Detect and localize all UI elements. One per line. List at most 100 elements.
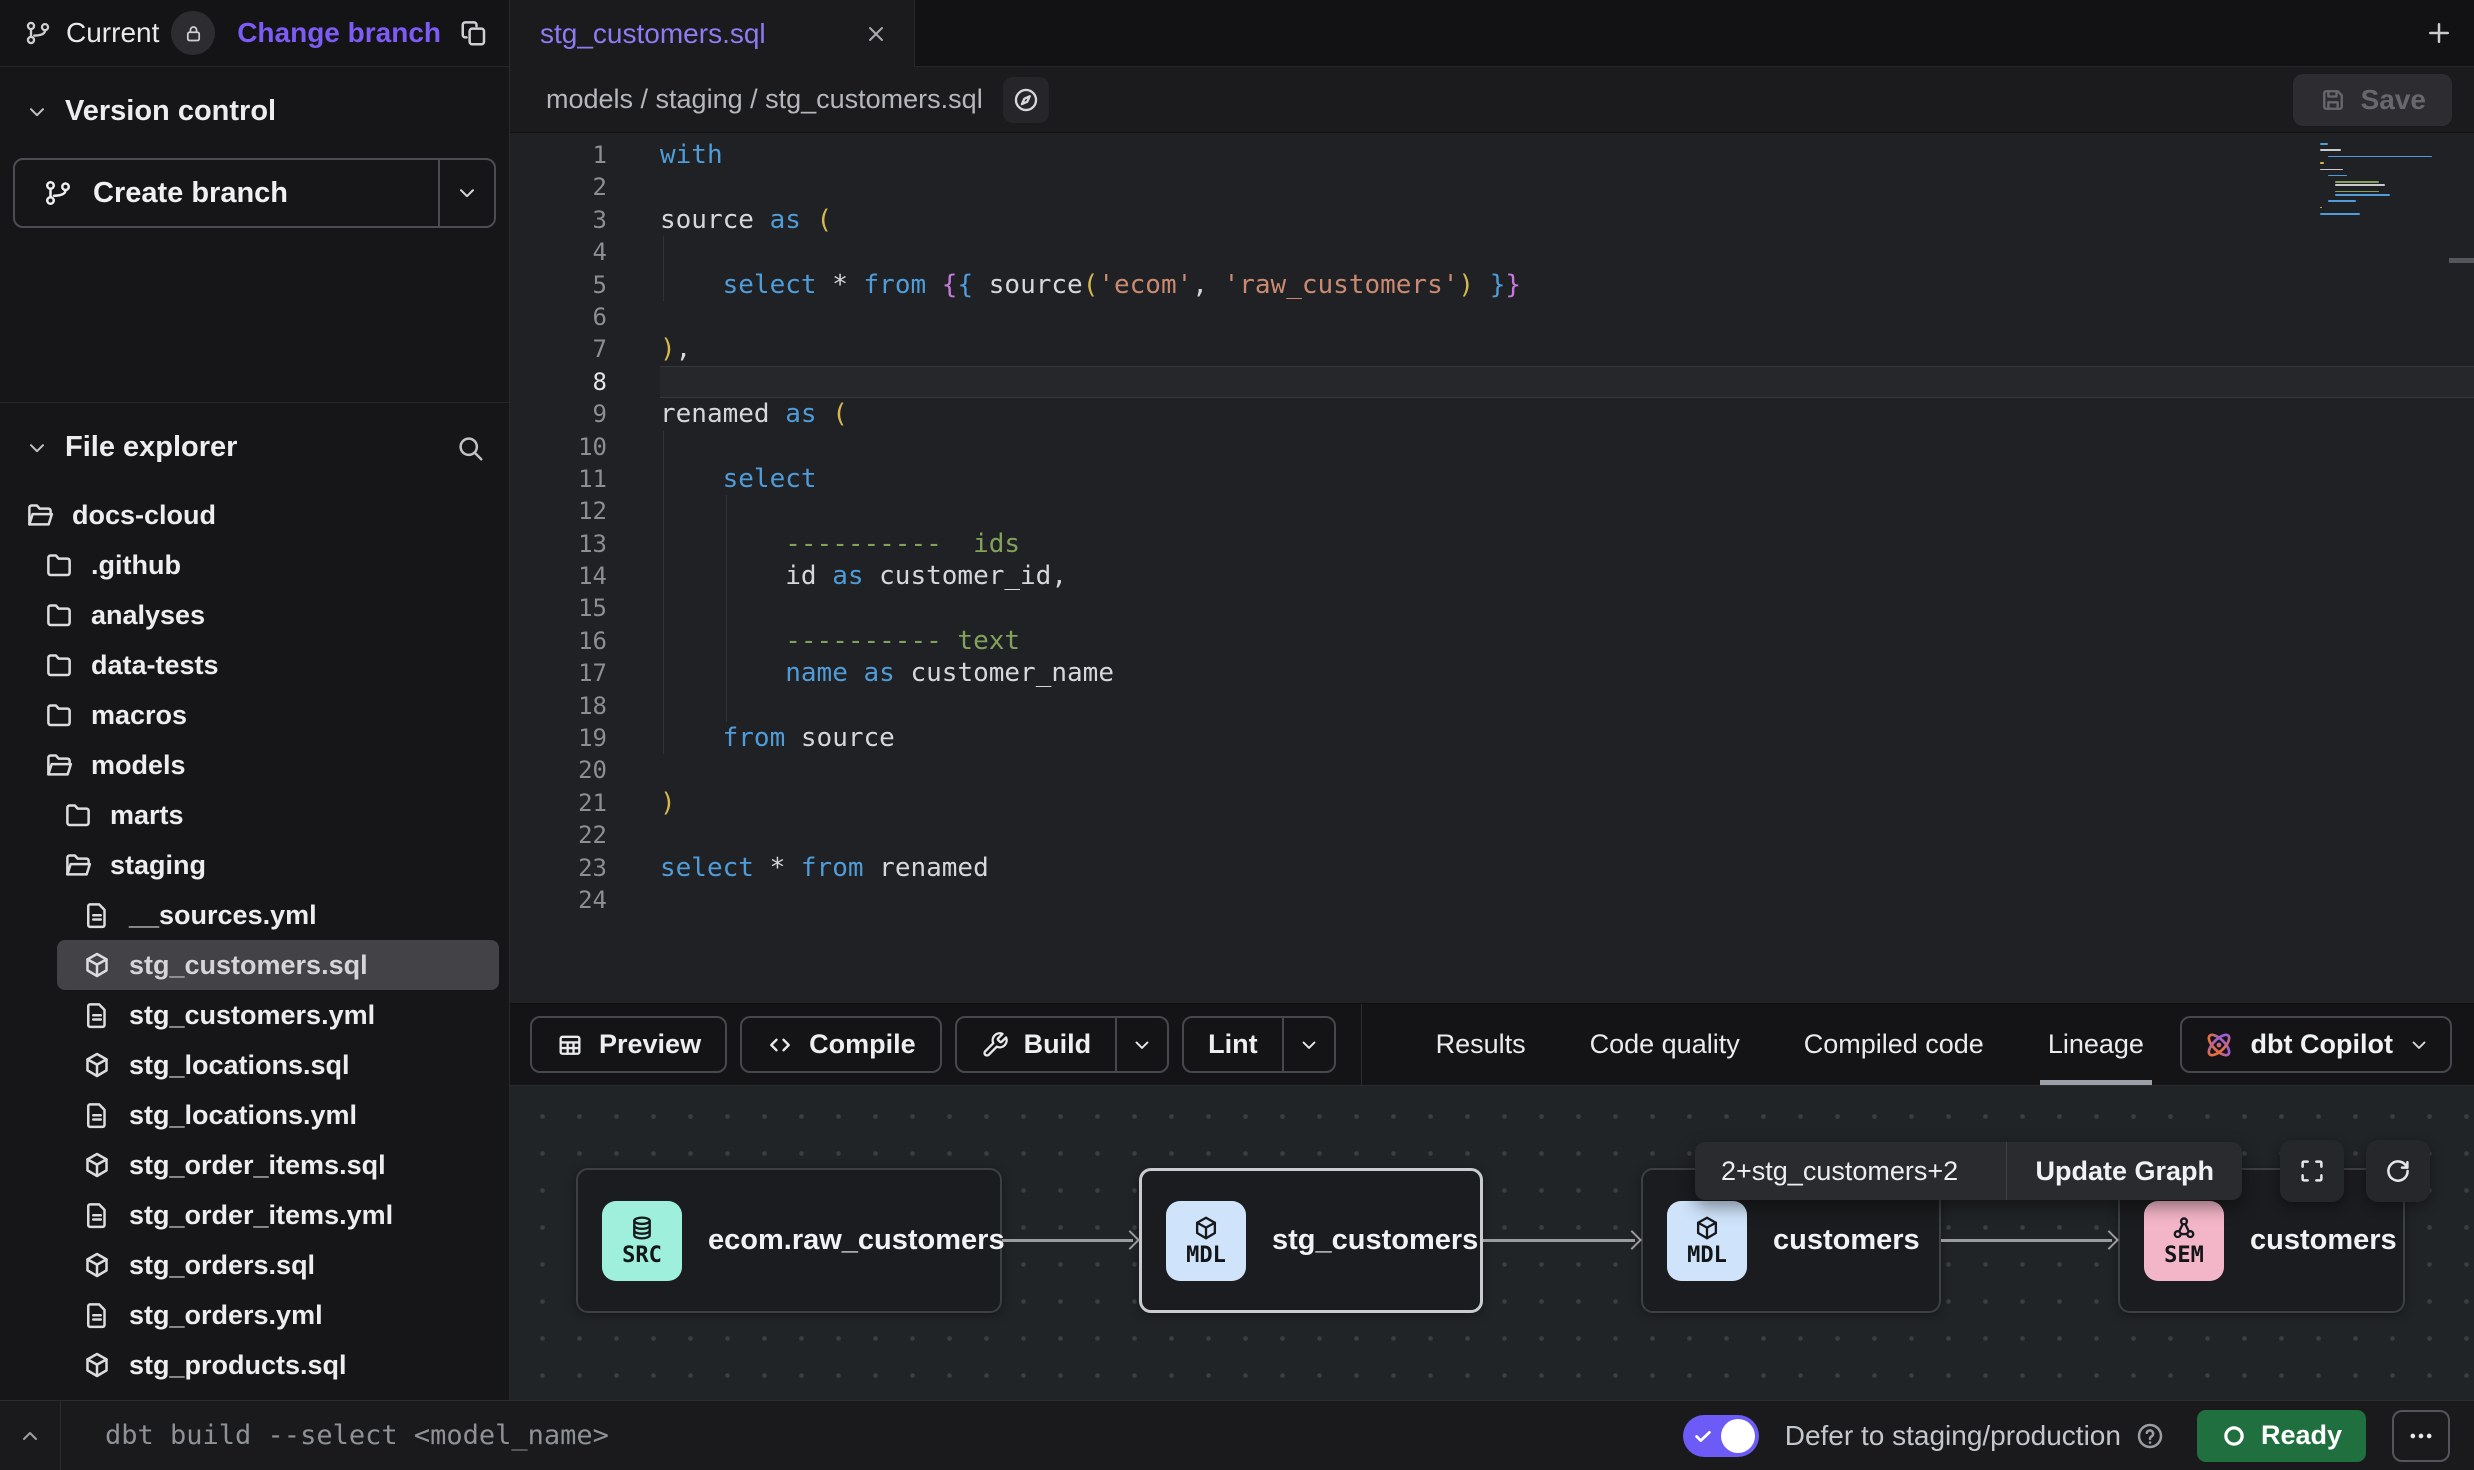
copilot-logo-icon: [2202, 1028, 2236, 1062]
file-explorer-header[interactable]: File explorer: [0, 403, 509, 464]
folder-open-icon: [44, 750, 74, 780]
search-icon[interactable]: [455, 433, 485, 463]
new-tab-icon[interactable]: [2424, 18, 2454, 48]
file-item-macros[interactable]: macros: [19, 690, 509, 740]
chevron-down-icon: [25, 100, 49, 124]
create-branch-split-button: Create branch: [13, 158, 496, 228]
panel-tab-lineage[interactable]: Lineage: [2016, 1004, 2176, 1085]
active-line-highlight: [660, 366, 2474, 398]
panel-tab-code-quality[interactable]: Code quality: [1558, 1004, 1772, 1085]
file-item-stg-order-items-yml[interactable]: stg_order_items.yml: [57, 1190, 509, 1240]
create-branch-dropdown[interactable]: [438, 160, 494, 226]
node-label: customers: [2250, 1224, 2397, 1257]
build-dropdown[interactable]: [1115, 1018, 1167, 1071]
lineage-node-ecom-raw-customers[interactable]: SRCecom.raw_customers: [576, 1168, 1002, 1313]
file-item-stg-orders-sql[interactable]: stg_orders.sql: [57, 1240, 509, 1290]
minimap-line: [2335, 181, 2379, 183]
file-item-label: docs-cloud: [72, 500, 216, 531]
file-item-stg-products-sql[interactable]: stg_products.sql: [57, 1340, 509, 1390]
version-control-header[interactable]: Version control: [0, 67, 509, 128]
copy-icon[interactable]: [459, 18, 489, 48]
scrollbar-marker: [2449, 258, 2474, 263]
line-number: 14: [510, 560, 607, 592]
code-line-24: 24: [510, 884, 2474, 916]
code-line-1: 1with: [510, 139, 2474, 171]
lineage-panel: SRCecom.raw_customersMDLstg_customersMDL…: [510, 1085, 2474, 1400]
code-line-18: 18: [510, 690, 2474, 722]
file-item-stg-orders-yml[interactable]: stg_orders.yml: [57, 1290, 509, 1340]
toggle-knob: [1721, 1419, 1755, 1453]
panel-tab-results[interactable]: Results: [1404, 1004, 1558, 1085]
compile-button[interactable]: Compile: [740, 1016, 942, 1073]
breadcrumb-row: models / staging / stg_customers.sql Sav…: [510, 67, 2474, 133]
create-branch-button[interactable]: Create branch: [15, 160, 438, 226]
lineage-edge: [1002, 1168, 1139, 1313]
line-number: 8: [510, 366, 607, 398]
change-branch-link[interactable]: Change branch: [237, 17, 441, 49]
version-control-section: Version control Create branch: [0, 67, 509, 403]
expand-command-icon[interactable]: [0, 1424, 60, 1448]
file-item-marts[interactable]: marts: [38, 790, 509, 840]
save-button[interactable]: Save: [2293, 74, 2452, 126]
cube-icon: [1192, 1214, 1220, 1242]
update-graph-button[interactable]: Update Graph: [2006, 1142, 2242, 1200]
file-item-data-tests[interactable]: data-tests: [19, 640, 509, 690]
more-options-button[interactable]: [2392, 1410, 2450, 1462]
code-editor[interactable]: 1with23source as (45 select * from {{ so…: [510, 133, 2474, 1003]
lineage-selector: 2+stg_customers+2 Update Graph: [1695, 1142, 2242, 1200]
chevron-down-icon: [2408, 1034, 2430, 1056]
preview-button[interactable]: Preview: [530, 1016, 727, 1073]
close-icon[interactable]: [864, 22, 888, 46]
ellipsis-icon: [2407, 1422, 2435, 1450]
file-item-stg-order-items-sql[interactable]: stg_order_items.sql: [57, 1140, 509, 1190]
lineage-node-stg-customers[interactable]: MDLstg_customers: [1139, 1168, 1483, 1313]
indent-guide: [726, 495, 727, 527]
code-text: ): [660, 787, 676, 819]
minimap[interactable]: [2320, 143, 2440, 220]
lint-split-button: Lint: [1182, 1016, 1335, 1073]
lint-dropdown[interactable]: [1282, 1018, 1334, 1071]
status-circle-icon: [2221, 1423, 2247, 1449]
minimap-line: [2335, 194, 2390, 196]
file-item-models[interactable]: models: [19, 740, 509, 790]
file-item-stg-customers-sql[interactable]: stg_customers.sql: [57, 940, 499, 990]
line-number: 11: [510, 463, 607, 495]
node-label: ecom.raw_customers: [708, 1224, 1005, 1257]
tab-stg-customers-sql[interactable]: stg_customers.sql: [510, 0, 915, 67]
file-item-stg-locations-yml[interactable]: stg_locations.yml: [57, 1090, 509, 1140]
code-line-6: 6: [510, 301, 2474, 333]
fullscreen-icon: [2297, 1156, 2327, 1186]
cube-icon: [1693, 1214, 1721, 1242]
file-item-docs-cloud[interactable]: docs-cloud: [0, 490, 509, 540]
command-input[interactable]: dbt build --select <model_name>: [105, 1420, 609, 1451]
file-item-staging[interactable]: staging: [38, 840, 509, 890]
minimap-line: [2328, 175, 2347, 177]
minimap-line: [2328, 200, 2357, 202]
file-item-stg-customers-yml[interactable]: stg_customers.yml: [57, 990, 509, 1040]
explore-docs-button[interactable]: [1003, 77, 1049, 123]
line-number: 10: [510, 431, 607, 463]
build-button[interactable]: Build: [957, 1018, 1116, 1071]
refresh-button[interactable]: [2366, 1140, 2430, 1202]
minimap-line: [2335, 191, 2379, 193]
defer-toggle[interactable]: [1683, 1415, 1759, 1457]
folder-icon: [63, 800, 93, 830]
file-item-analyses[interactable]: analyses: [19, 590, 509, 640]
chevron-down-icon: [1131, 1034, 1153, 1056]
fullscreen-button[interactable]: [2280, 1140, 2344, 1202]
lineage-selector-input[interactable]: 2+stg_customers+2: [1695, 1156, 2006, 1187]
file-item--sources-yml[interactable]: __sources.yml: [57, 890, 509, 940]
file-item-label: stg_order_items.sql: [129, 1150, 386, 1181]
code-line-4: 4: [510, 236, 2474, 268]
file-item--github[interactable]: .github: [19, 540, 509, 590]
lint-button[interactable]: Lint: [1184, 1018, 1281, 1071]
file-item-stg-locations-sql[interactable]: stg_locations.sql: [57, 1040, 509, 1090]
code-text: name as customer_name: [660, 657, 1114, 689]
panel-tab-compiled-code[interactable]: Compiled code: [1772, 1004, 2016, 1085]
file-tree: docs-cloud .githubanalysesdata-testsmacro…: [0, 490, 509, 1390]
ready-status-button[interactable]: Ready: [2197, 1410, 2366, 1462]
file-icon: [82, 900, 112, 930]
dbt-copilot-button[interactable]: dbt Copilot: [2180, 1016, 2452, 1073]
folder-icon: [44, 700, 74, 730]
help-icon[interactable]: [2135, 1421, 2165, 1451]
